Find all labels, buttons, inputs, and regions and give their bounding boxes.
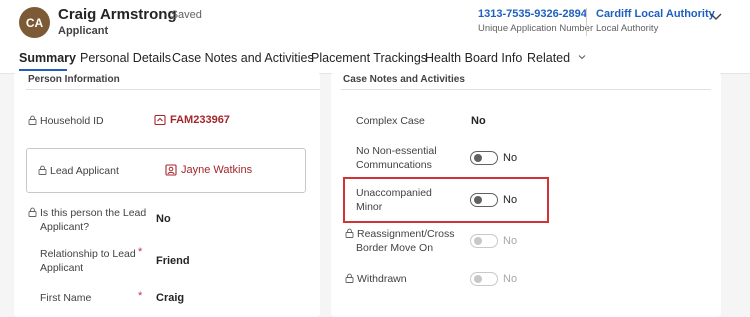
header-field-application-number: 1313-7535-9326-2894 Unique Application N… (478, 8, 593, 34)
required-indicator: * (138, 246, 143, 258)
reassignment-label-line2: Border Move On (356, 242, 434, 254)
tab-related[interactable]: Related (527, 51, 587, 65)
toggle-knob (474, 237, 482, 245)
tab-related-label: Related (527, 51, 571, 65)
non-essential-comms-label: No Non-essential Communcations (356, 144, 437, 172)
unaccompanied-label-line1: Unaccompanied (356, 187, 432, 199)
withdrawn-value: No (503, 273, 518, 285)
chevron-down-icon (578, 55, 585, 60)
is-lead-label-line1: Is this person the Lead (40, 207, 147, 219)
relationship-value[interactable]: Friend (156, 255, 190, 267)
section-title: Case Notes and Activities (343, 74, 465, 85)
unaccompanied-minor-value: No (503, 194, 518, 206)
record-title: Craig Armstrong (58, 6, 177, 23)
withdrawn-toggle (470, 272, 498, 286)
unaccompanied-minor-toggle[interactable] (470, 193, 498, 207)
header-divider (586, 8, 587, 36)
tab-case-notes[interactable]: Case Notes and Activities (172, 51, 314, 65)
application-number-value[interactable]: 1313-7535-9326-2894 (478, 8, 593, 20)
tab-bar: Summary Personal Details Case Notes and … (0, 44, 750, 74)
complex-case-value: No (471, 115, 486, 127)
lock-icon (38, 165, 47, 175)
local-authority-value[interactable]: Cardiff Local Authority (596, 8, 715, 20)
complex-case-label: Complex Case (356, 115, 425, 127)
lead-applicant-value: Jayne Watkins (181, 164, 253, 176)
relationship-label-line2: Applicant (40, 262, 84, 274)
toggle-knob (474, 275, 482, 283)
is-lead-label-line2: Applicant? (40, 221, 90, 233)
save-status: - Saved (164, 9, 202, 21)
first-name-label: First Name (40, 292, 92, 304)
entity-type: Applicant (58, 25, 109, 37)
first-name-value[interactable]: Craig (156, 292, 184, 304)
household-record-icon (154, 114, 166, 126)
local-authority-label: Local Authority (596, 23, 659, 34)
application-number-label: Unique Application Number (478, 23, 594, 34)
section-divider (26, 89, 320, 90)
is-lead-applicant-label: Is this person the Lead Applicant? (28, 206, 146, 234)
household-id-link[interactable]: FAM233967 (154, 114, 230, 126)
reassignment-label: Reassignment/Cross Border Move On (345, 227, 454, 255)
unaccompanied-minor-label: Unaccompanied Minor (356, 186, 432, 214)
required-indicator: * (138, 290, 143, 302)
withdrawn-label: Withdrawn (345, 272, 407, 286)
lead-applicant-label-text: Lead Applicant (50, 165, 119, 177)
avatar: CA (19, 7, 50, 38)
non-essential-comms-value: No (503, 152, 518, 164)
lead-applicant-link[interactable]: Jayne Watkins (165, 164, 252, 176)
record-header: CA Craig Armstrong - Saved Applicant 131… (0, 0, 750, 44)
tab-summary[interactable]: Summary (19, 51, 76, 65)
non-essential-label-line1: No Non-essential (356, 145, 437, 157)
active-tab-indicator (19, 69, 67, 71)
relationship-label-line1: Relationship to Lead (40, 248, 136, 260)
household-id-label-text: Household ID (40, 115, 104, 127)
section-title: Person Information (28, 74, 120, 85)
household-id-value: FAM233967 (170, 114, 230, 126)
toggle-knob (474, 196, 482, 204)
lead-applicant-label: Lead Applicant (38, 164, 119, 178)
reassignment-value: No (503, 235, 518, 247)
lock-icon (345, 273, 354, 283)
non-essential-comms-toggle[interactable] (470, 151, 498, 165)
lock-icon (28, 115, 37, 125)
section-person-information: Person Information (14, 72, 320, 317)
section-divider (341, 89, 711, 90)
lock-icon (28, 207, 37, 217)
reassignment-label-line1: Reassignment/Cross (357, 228, 455, 240)
tab-placement-trackings[interactable]: Placement Trackings (311, 51, 427, 65)
contact-record-icon (165, 164, 177, 176)
household-id-label: Household ID (28, 114, 104, 128)
is-lead-applicant-value: No (156, 213, 171, 225)
lock-icon (345, 228, 354, 238)
reassignment-toggle (470, 234, 498, 248)
chevron-down-icon[interactable] (708, 8, 724, 24)
tab-health-board-info[interactable]: Health Board Info (425, 51, 522, 65)
non-essential-label-line2: Communcations (356, 159, 432, 171)
tab-personal-details[interactable]: Personal Details (80, 51, 171, 65)
toggle-knob (474, 154, 482, 162)
unaccompanied-label-line2: Minor (356, 201, 383, 213)
withdrawn-label-text: Withdrawn (357, 273, 407, 285)
relationship-label: Relationship to Lead Applicant (40, 247, 136, 275)
header-field-local-authority: Cardiff Local Authority Local Authority (596, 8, 715, 34)
